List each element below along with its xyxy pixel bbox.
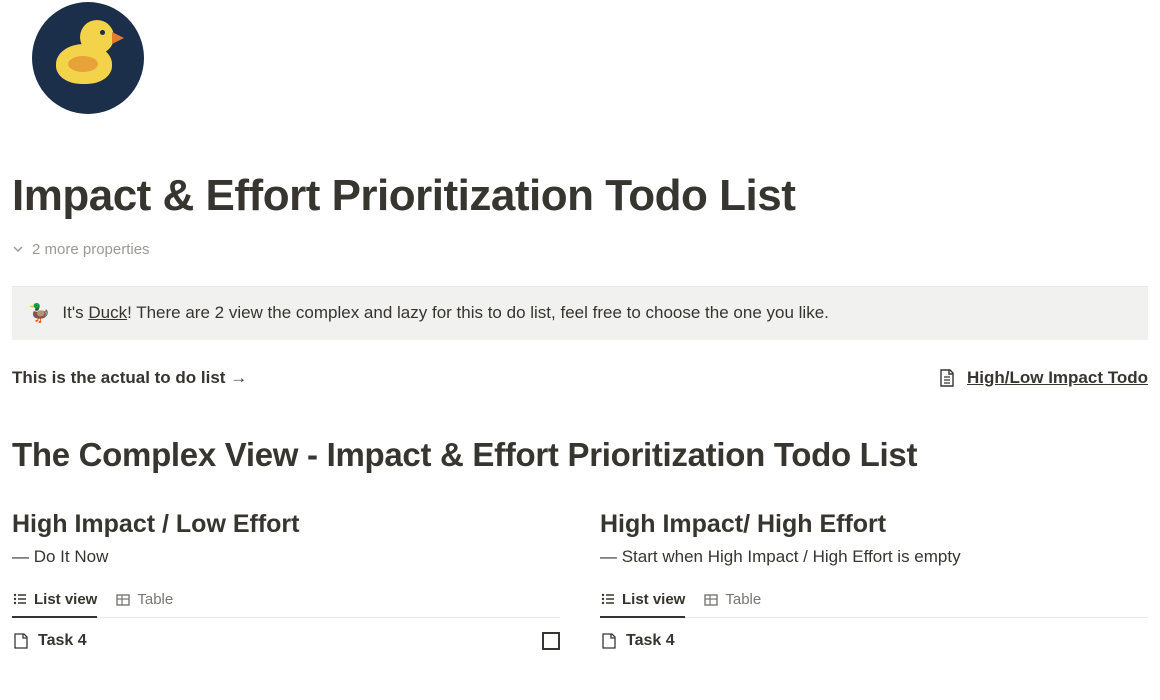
page-icon — [600, 632, 618, 650]
task-name: Task 4 — [38, 632, 87, 650]
page-link-label: High/Low Impact Todo — [967, 368, 1148, 388]
quadrant-subtitle: — Start when High Impact / High Effort i… — [600, 547, 1148, 567]
callout-prefix: It's — [62, 303, 88, 322]
quadrant-high-impact-low-effort: High Impact / Low Effort — Do It Now Lis… — [12, 510, 560, 650]
view-tabs: List view Table — [12, 591, 560, 618]
page-icon — [937, 368, 957, 388]
table-icon — [703, 592, 719, 608]
tab-table[interactable]: Table — [703, 591, 761, 617]
section-title: The Complex View - Impact & Effort Prior… — [12, 436, 1148, 474]
page-icon — [12, 632, 30, 650]
more-properties-toggle[interactable]: 2 more properties — [12, 241, 1148, 258]
callout-suffix: ! There are 2 view the complex and lazy … — [127, 303, 829, 322]
quadrant-title: High Impact/ High Effort — [600, 510, 1148, 539]
tab-list-view[interactable]: List view — [600, 591, 685, 618]
quadrant-subtitle: — Do It Now — [12, 547, 560, 567]
actual-todo-label: This is the actual to do list → — [12, 368, 897, 388]
tab-label: Table — [725, 591, 761, 608]
duck-link[interactable]: Duck — [88, 303, 127, 322]
tab-list-view[interactable]: List view — [12, 591, 97, 618]
view-tabs: List view Table — [600, 591, 1148, 618]
task-name: Task 4 — [626, 632, 675, 650]
list-item[interactable]: Task 4 — [12, 618, 560, 650]
list-item[interactable]: Task 4 — [600, 618, 1148, 650]
duck-emoji-icon: 🦆 — [28, 303, 50, 324]
tab-label: Table — [137, 591, 173, 608]
high-low-impact-link[interactable]: High/Low Impact Todo — [937, 368, 1148, 388]
list-icon — [12, 591, 28, 607]
page-title: Impact & Effort Prioritization Todo List — [12, 170, 1148, 223]
tab-label: List view — [622, 591, 685, 608]
page-icon[interactable] — [12, 0, 1148, 114]
table-icon — [115, 592, 131, 608]
tab-label: List view — [34, 591, 97, 608]
more-properties-label: 2 more properties — [32, 241, 150, 258]
quadrant-high-impact-high-effort: High Impact/ High Effort — Start when Hi… — [600, 510, 1148, 650]
tab-table[interactable]: Table — [115, 591, 173, 617]
callout: 🦆 It's Duck! There are 2 view the comple… — [12, 287, 1148, 340]
list-icon — [600, 591, 616, 607]
task-checkbox[interactable] — [542, 632, 560, 650]
quadrant-title: High Impact / Low Effort — [12, 510, 560, 539]
chevron-down-icon — [12, 243, 24, 255]
callout-text: It's Duck! There are 2 view the complex … — [62, 303, 828, 323]
